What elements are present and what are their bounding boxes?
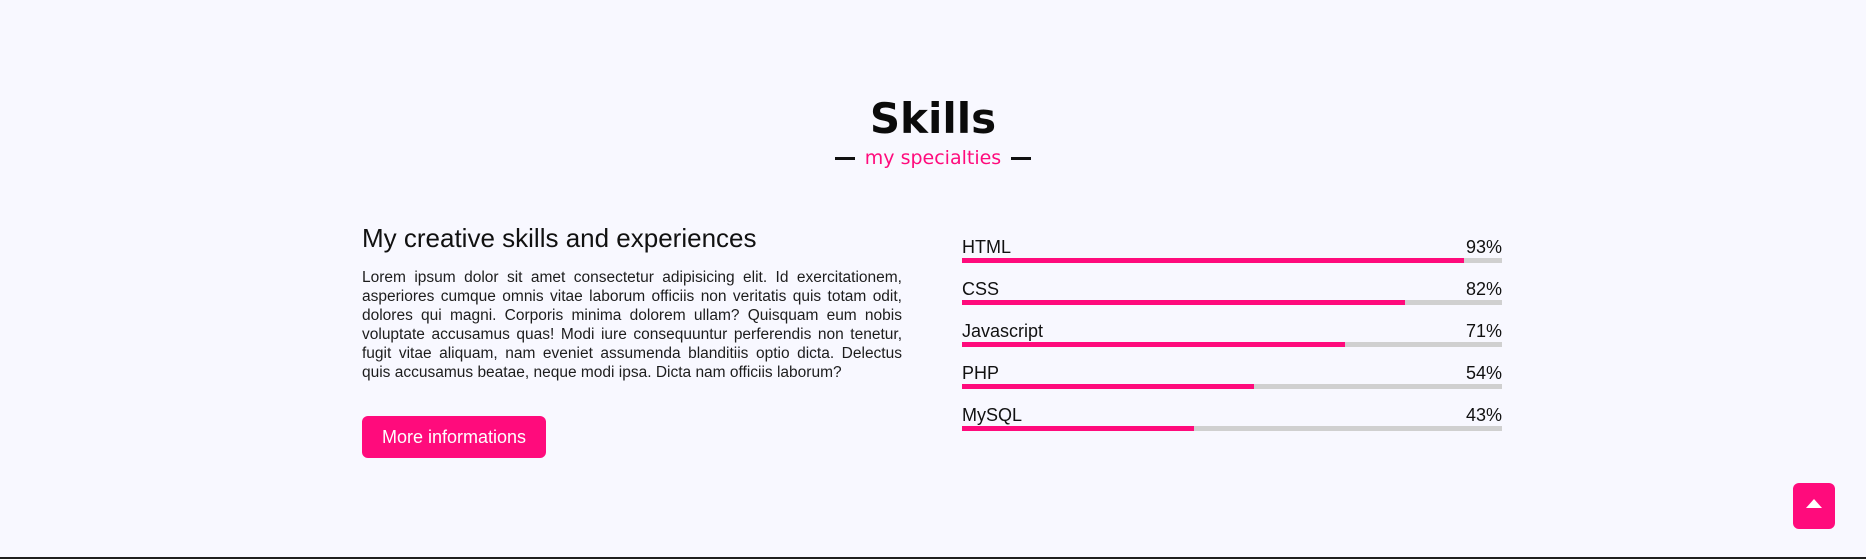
skill-percent: 93% bbox=[1465, 237, 1502, 257]
skill-bar-fill bbox=[962, 426, 1195, 431]
skill-name: HTML bbox=[962, 237, 1011, 257]
section-subtitle-wrap: my specialties bbox=[0, 146, 1866, 170]
skills-intro-paragraph: Lorem ipsum dolor sit amet consectetur a… bbox=[362, 269, 902, 381]
skills-intro: My creative skills and experiences Lorem… bbox=[362, 222, 902, 382]
subtitle-right-dash bbox=[1011, 156, 1032, 160]
skill-percent: 43% bbox=[1465, 405, 1502, 425]
skill-name: MySQL bbox=[962, 405, 1023, 425]
skill-bar-fill bbox=[962, 258, 1465, 263]
skill-name: Javascript bbox=[962, 321, 1044, 341]
skill-percent: 54% bbox=[1465, 363, 1502, 383]
skill-percent: 82% bbox=[1465, 279, 1502, 299]
skill-bar-track bbox=[962, 300, 1502, 305]
skills-section: Skills my specialties My creative skills… bbox=[0, 0, 1866, 559]
skill-bar-fill bbox=[962, 342, 1346, 347]
skill-row-html: HTML 93% bbox=[962, 236, 1502, 278]
scroll-to-top-button[interactable] bbox=[1793, 483, 1835, 529]
skills-list: HTML 93% CSS 82% Javascript 71% PHP 54% bbox=[962, 236, 1502, 446]
subtitle-left-dash bbox=[834, 156, 855, 160]
caret-up-icon bbox=[1806, 498, 1822, 508]
skill-bar-fill bbox=[962, 300, 1405, 305]
skill-name: PHP bbox=[962, 363, 1000, 383]
skill-row-mysql: MySQL 43% bbox=[962, 404, 1502, 446]
skills-intro-heading: My creative skills and experiences bbox=[362, 223, 757, 253]
skill-percent: 71% bbox=[1465, 321, 1502, 341]
skill-bar-track bbox=[962, 426, 1502, 431]
skill-row-css: CSS 82% bbox=[962, 278, 1502, 320]
section-subtitle: my specialties bbox=[864, 147, 1002, 169]
skill-bar-track bbox=[962, 384, 1502, 389]
skill-bar-track bbox=[962, 342, 1502, 347]
skill-row-php: PHP 54% bbox=[962, 362, 1502, 404]
skill-row-javascript: Javascript 71% bbox=[962, 320, 1502, 362]
skill-bar-track bbox=[962, 258, 1502, 263]
more-informations-button[interactable]: More informations bbox=[362, 416, 546, 458]
section-title: Skills bbox=[869, 94, 997, 143]
skill-name: CSS bbox=[962, 279, 1000, 299]
skill-bar-fill bbox=[962, 384, 1254, 389]
